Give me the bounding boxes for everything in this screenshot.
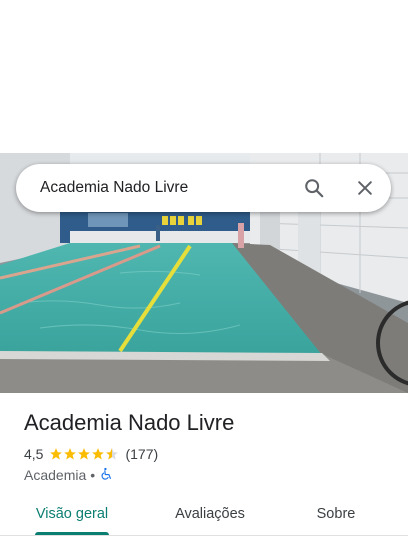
search-icon[interactable]	[302, 176, 326, 200]
review-count[interactable]: (177)	[125, 446, 158, 462]
wheelchair-icon	[99, 467, 113, 484]
tabs-divider	[0, 535, 408, 536]
place-title: Academia Nado Livre	[24, 410, 235, 435]
search-bar	[16, 164, 391, 212]
star-icon	[92, 448, 105, 460]
rating-row[interactable]: 4,5 (177)	[24, 445, 158, 463]
tab-about[interactable]: Sobre	[300, 494, 372, 534]
tab-reviews[interactable]: Avaliações	[160, 494, 260, 534]
half-star-icon	[106, 448, 119, 460]
separator-dot: •	[90, 467, 96, 483]
place-tabs: Visão geral Avaliações Sobre	[0, 494, 408, 538]
rating-stars	[49, 447, 119, 461]
star-icon	[78, 448, 91, 460]
place-category: Academia	[24, 467, 87, 483]
star-icon	[64, 448, 77, 460]
search-input[interactable]	[40, 178, 290, 198]
close-icon[interactable]	[353, 176, 377, 200]
star-icon	[50, 448, 63, 460]
tab-overview[interactable]: Visão geral	[20, 494, 124, 534]
category-row: Academia •	[24, 466, 113, 484]
rating-value: 4,5	[24, 446, 44, 462]
